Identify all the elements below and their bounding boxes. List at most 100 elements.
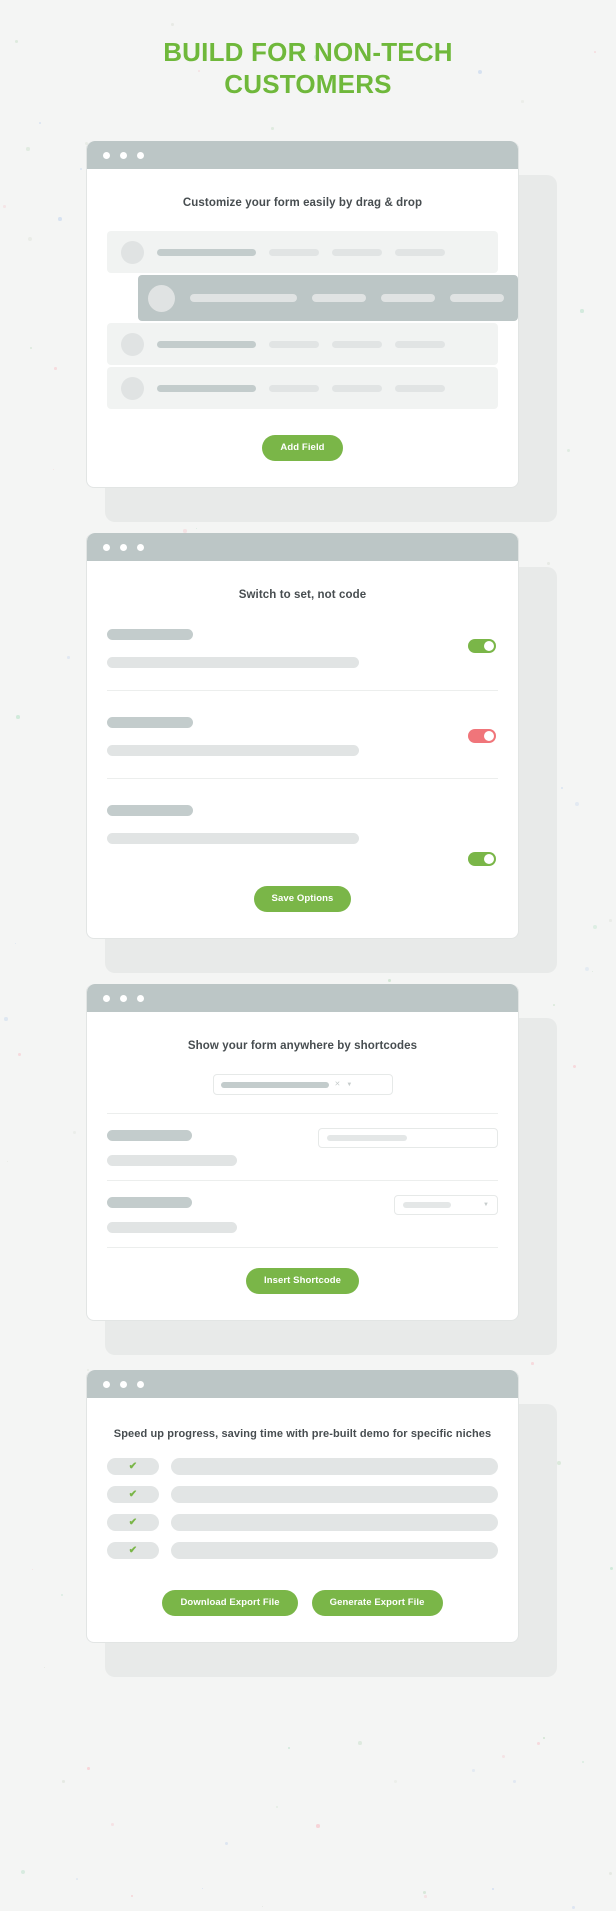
field-meta-placeholder [395, 248, 445, 256]
option-select-input[interactable]: ▼ [394, 1195, 498, 1216]
card-title: Customize your form easily by drag & dro… [182, 197, 423, 210]
check-icon: ✔ [107, 1486, 159, 1504]
field-avatar-icon [121, 376, 144, 400]
setting-row [107, 601, 498, 690]
option-description-placeholder [107, 1222, 237, 1234]
option-labels [107, 1195, 237, 1234]
list-item[interactable]: ✔ [107, 1486, 498, 1504]
setting-row [107, 778, 498, 867]
browser-window: Switch to set, not code Save Options [86, 533, 519, 940]
input-value-placeholder [403, 1202, 451, 1209]
form-field-row[interactable] [107, 231, 498, 274]
browser-window: Speed up progress, saving time with pre-… [86, 1370, 519, 1644]
minimize-dot-icon[interactable] [120, 1380, 127, 1388]
input-value-placeholder [327, 1135, 407, 1142]
card-title: Show your form anywhere by shortcodes [187, 1040, 418, 1053]
demo-name-placeholder [171, 1486, 498, 1504]
option-text-input[interactable] [318, 1128, 498, 1149]
field-meta-placeholder [269, 384, 319, 392]
close-dot-icon[interactable] [103, 994, 110, 1002]
field-meta-placeholder [269, 248, 319, 256]
field-name-placeholder [157, 384, 256, 392]
form-field-row[interactable] [107, 323, 498, 366]
setting-toggle-off[interactable] [468, 729, 496, 744]
field-meta-placeholder [332, 248, 382, 256]
shortcode-form-selector-wrap: ✕ ▼ [107, 1052, 498, 1096]
setting-description-placeholder [107, 833, 359, 845]
toggle-knob [484, 641, 494, 652]
card-switch-settings: Switch to set, not code Save Options [78, 533, 557, 974]
selected-form-placeholder [220, 1081, 329, 1088]
chevron-down-icon[interactable]: ▼ [483, 1202, 489, 1208]
option-labels [107, 1128, 237, 1167]
setting-description-placeholder [107, 745, 359, 757]
field-name-placeholder [190, 294, 297, 303]
window-titlebar [87, 1370, 518, 1399]
field-name-placeholder [157, 248, 256, 256]
list-item[interactable]: ✔ [107, 1542, 498, 1560]
browser-window: Show your form anywhere by shortcodes ✕ … [86, 984, 519, 1322]
shortcode-option-row: ▼ [107, 1180, 498, 1247]
clear-x-icon[interactable]: ✕ [335, 1081, 341, 1088]
card-title: Switch to set, not code [238, 589, 367, 602]
field-meta-placeholder [395, 384, 445, 392]
download-export-file-button[interactable]: Download Export File [162, 1590, 298, 1617]
demo-name-placeholder [171, 1458, 498, 1476]
card-drag-drop: Customize your form easily by drag & dro… [78, 141, 557, 523]
demo-name-placeholder [171, 1542, 498, 1560]
card-prebuilt-demos: Speed up progress, saving time with pre-… [78, 1370, 557, 1678]
setting-row [107, 690, 498, 778]
option-label-placeholder [107, 1130, 192, 1142]
maximize-dot-icon[interactable] [137, 151, 144, 159]
save-options-button[interactable]: Save Options [253, 886, 352, 913]
insert-shortcode-button[interactable]: Insert Shortcode [245, 1268, 360, 1295]
field-meta-placeholder [332, 384, 382, 392]
option-label-placeholder [107, 1197, 192, 1209]
setting-toggle-on[interactable] [468, 852, 496, 867]
field-avatar-icon [148, 284, 175, 312]
option-description-placeholder [107, 1155, 237, 1167]
shortcode-option-row [107, 1113, 498, 1180]
shortcode-option-list: ▼ [107, 1095, 498, 1249]
check-icon: ✔ [107, 1542, 159, 1560]
maximize-dot-icon[interactable] [137, 1380, 144, 1388]
setting-label-placeholder [107, 717, 193, 729]
card-shortcodes: Show your form anywhere by shortcodes ✕ … [78, 984, 557, 1356]
minimize-dot-icon[interactable] [120, 994, 127, 1002]
setting-description-placeholder [107, 657, 359, 669]
close-dot-icon[interactable] [103, 151, 110, 159]
form-field-row[interactable] [107, 367, 498, 410]
field-name-placeholder [157, 340, 256, 348]
minimize-dot-icon[interactable] [120, 543, 127, 551]
check-icon: ✔ [107, 1514, 159, 1532]
field-meta-placeholder [269, 340, 319, 348]
window-titlebar [87, 141, 518, 170]
list-item[interactable]: ✔ [107, 1458, 498, 1476]
field-meta-placeholder [380, 294, 435, 303]
list-item[interactable]: ✔ [107, 1514, 498, 1532]
field-avatar-icon [121, 332, 144, 356]
close-dot-icon[interactable] [103, 543, 110, 551]
toggle-knob [484, 854, 494, 865]
setting-label-placeholder [107, 629, 193, 641]
chevron-down-icon[interactable]: ▼ [346, 1082, 352, 1088]
field-avatar-icon [121, 240, 144, 264]
generate-export-file-button[interactable]: Generate Export File [311, 1590, 443, 1617]
card-actions: Insert Shortcode [107, 1248, 498, 1320]
minimize-dot-icon[interactable] [120, 151, 127, 159]
toggle-knob [484, 731, 494, 742]
field-meta-placeholder [449, 294, 504, 303]
form-field-row-dragging[interactable] [138, 275, 518, 322]
maximize-dot-icon[interactable] [137, 543, 144, 551]
close-dot-icon[interactable] [103, 1380, 110, 1388]
add-field-button[interactable]: Add Field [262, 435, 343, 462]
window-titlebar [87, 533, 518, 562]
settings-list [107, 601, 498, 867]
page-title: BUILD FOR NON-TECH CUSTOMERS [163, 37, 453, 99]
setting-toggle-on[interactable] [468, 639, 496, 654]
setting-label-placeholder [107, 805, 193, 817]
window-titlebar [87, 984, 518, 1013]
maximize-dot-icon[interactable] [137, 994, 144, 1002]
demo-checklist: ✔ ✔ ✔ ✔ [107, 1440, 498, 1560]
shortcode-form-select[interactable]: ✕ ▼ [212, 1074, 393, 1096]
